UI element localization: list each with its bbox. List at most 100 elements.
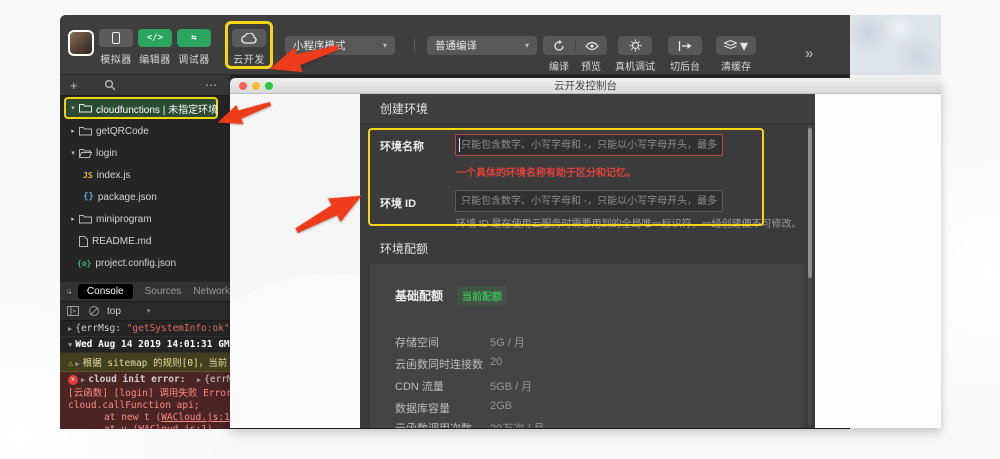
- source-link[interactable]: WACloud.js:1: [161, 412, 230, 423]
- tab-sources[interactable]: Sources: [145, 286, 182, 297]
- window-title: 云开发控制台: [554, 80, 617, 92]
- device-debug-label: 真机调试: [611, 58, 659, 73]
- explorer-toolbar: + ⋯: [60, 75, 230, 96]
- stack-line: [云函数] [login] 调用失败 Error:: [60, 387, 230, 399]
- minimize-button[interactable]: [252, 82, 260, 90]
- file-icon: [79, 236, 88, 247]
- search-icon[interactable]: [104, 79, 116, 91]
- explorer-more-button[interactable]: ⋯: [205, 78, 218, 92]
- source-link[interactable]: WACloud.js:1: [138, 424, 207, 429]
- tree-item-readme[interactable]: README.md: [60, 230, 230, 252]
- quota-panel: 基础配额 当前配额 存储空间 5G / 月 云函数同时连接数 20 CDN 流量…: [370, 264, 804, 428]
- tree-item-getqrcode[interactable]: ▸ getQRCode: [60, 120, 230, 142]
- tree-item-label: miniprogram: [96, 214, 152, 225]
- warning-icon: ⚠: [68, 359, 73, 369]
- compile-preview-group: [543, 36, 607, 55]
- compile-mode-select[interactable]: 普通编译 ▾: [427, 36, 537, 55]
- log-warning[interactable]: ⚠▶根据 sitemap 的规则[0]，当前: [60, 353, 230, 372]
- env-name-label: 环境名称: [380, 138, 424, 154]
- inspect-cursor-icon[interactable]: [67, 286, 72, 298]
- tree-item-miniprogram[interactable]: ▸ miniprogram: [60, 208, 230, 230]
- env-name-input[interactable]: [455, 134, 723, 156]
- debugger-button[interactable]: ⇆ 调试器: [172, 15, 216, 66]
- toolbar-divider: [414, 39, 415, 52]
- modal-scrollbar[interactable]: [808, 126, 812, 426]
- config-file-icon: {o}: [77, 259, 91, 268]
- background-switch-label: 切后台: [664, 58, 706, 73]
- caret-right-icon: ▸: [68, 127, 78, 135]
- current-quota-badge: 当前配额: [457, 286, 507, 305]
- zoom-button[interactable]: [265, 82, 273, 90]
- log-error-block: ×▶cloud init error: ▶{errMsg: [云函数] [log…: [60, 372, 230, 429]
- log-sysinfo[interactable]: ▶{errMsg: "getSystemInfo:ok",: [60, 321, 230, 337]
- tree-item-packagejson[interactable]: {} package.json: [60, 186, 230, 208]
- refresh-icon: [553, 40, 565, 52]
- expand-caret-icon: ▶: [81, 376, 85, 384]
- stack-line: at u (WACloud.js:1): [60, 423, 230, 429]
- debugger-label: 调试器: [172, 51, 216, 66]
- screenshot-canvas: 模拟器 </> 编辑器 ⇆ 调试器 云开发 小程序模式: [0, 0, 1000, 459]
- close-button[interactable]: [239, 82, 247, 90]
- json-file-icon: {}: [83, 192, 94, 202]
- compile-button[interactable]: [543, 39, 575, 51]
- panes-icon[interactable]: [67, 306, 79, 316]
- cloud-dev-button[interactable]: 云开发: [227, 15, 271, 66]
- add-file-button[interactable]: +: [70, 78, 78, 93]
- clear-console-icon[interactable]: [89, 306, 99, 316]
- chevron-down-icon: ▾: [525, 41, 529, 50]
- tree-item-login[interactable]: ▾ login: [60, 142, 230, 164]
- avatar[interactable]: [68, 30, 94, 56]
- env-id-label: 环境 ID: [380, 195, 416, 211]
- quota-row: CDN 流量 5GB / 月: [395, 378, 775, 394]
- caret-down-icon: ▾: [68, 149, 78, 157]
- tree-item-indexjs[interactable]: JS index.js: [60, 164, 230, 186]
- create-environment-modal: 创建环境 环境名称 一个具体的环境名称有助于区分和记忆。 环境 ID 环境 ID…: [360, 94, 815, 428]
- tree-item-label: README.md: [92, 236, 151, 247]
- traffic-lights: [239, 82, 273, 90]
- phone-icon: [112, 32, 120, 44]
- quota-row: 数据库容量 2GB: [395, 400, 775, 416]
- modal-title: 创建环境: [360, 94, 815, 124]
- env-id-input[interactable]: [455, 190, 723, 212]
- context-select[interactable]: top: [107, 306, 121, 317]
- tree-item-cloudfunctions[interactable]: ▾ cloudfunctions | 未指定环境: [64, 97, 218, 119]
- clear-cache-button[interactable]: ▾: [716, 36, 756, 55]
- preview-button[interactable]: [575, 40, 607, 52]
- cloud-icon: [241, 33, 257, 44]
- cloud-console-window: 云开发控制台 创建环境 环境名称 一个具体的环境名称有助于区分和记忆。 环境 I…: [230, 78, 941, 428]
- log-text: Wed Aug 14 2019 14:01:31 GMT+0: [75, 339, 247, 350]
- expand-caret-icon: ▶: [68, 325, 72, 333]
- tab-network[interactable]: Network: [193, 286, 230, 297]
- chevron-down-icon: ▾: [740, 36, 748, 56]
- stack-line: at new t (WACloud.js:1): [60, 411, 230, 423]
- env-name-helper: 一个具体的环境名称有助于区分和记忆。: [456, 164, 636, 179]
- tree-item-projectconfig[interactable]: {o} project.config.json: [60, 252, 230, 274]
- js-file-icon: JS: [83, 171, 93, 180]
- chevron-down-icon: ▾: [147, 307, 151, 315]
- log-string: "getSystemInfo:ok",: [127, 323, 236, 334]
- folder-icon: [79, 214, 92, 224]
- window-titlebar[interactable]: 云开发控制台: [230, 78, 941, 94]
- quota-row: 云函数同时连接数 20: [395, 356, 775, 372]
- simulator-button[interactable]: 模拟器: [94, 15, 138, 66]
- compile-label: 编译: [543, 58, 575, 73]
- log-timestamp-group[interactable]: ▼Wed Aug 14 2019 14:01:31 GMT+0: [60, 337, 230, 353]
- scrollbar-thumb[interactable]: [808, 128, 812, 278]
- quota-plan-row: 基础配额 当前配额: [395, 286, 507, 305]
- plan-title: 基础配额: [395, 287, 443, 304]
- devtools-panel: Console Sources Network top ▾ ▶{errMsg: …: [60, 282, 230, 429]
- caret-down-icon: ▾: [68, 104, 78, 112]
- device-debug-button[interactable]: [618, 36, 652, 55]
- folder-open-icon: [79, 148, 92, 158]
- collapse-caret-icon: ▼: [68, 341, 72, 349]
- cloud-folder-icon: [79, 103, 92, 113]
- avatar-photo: [70, 32, 92, 54]
- editor-button[interactable]: </> 编辑器: [133, 15, 177, 66]
- toolbar-overflow-button[interactable]: »: [805, 45, 811, 62]
- desktop-texture: [850, 15, 941, 75]
- log-error-head[interactable]: ×▶cloud init error: ▶{errMsg:: [60, 372, 230, 387]
- stack-line: cloud.callFunction api;: [60, 399, 230, 411]
- background-switch-button[interactable]: [668, 36, 702, 55]
- tree-item-label: cloudfunctions | 未指定环境: [96, 101, 218, 116]
- tab-console[interactable]: Console: [78, 284, 133, 299]
